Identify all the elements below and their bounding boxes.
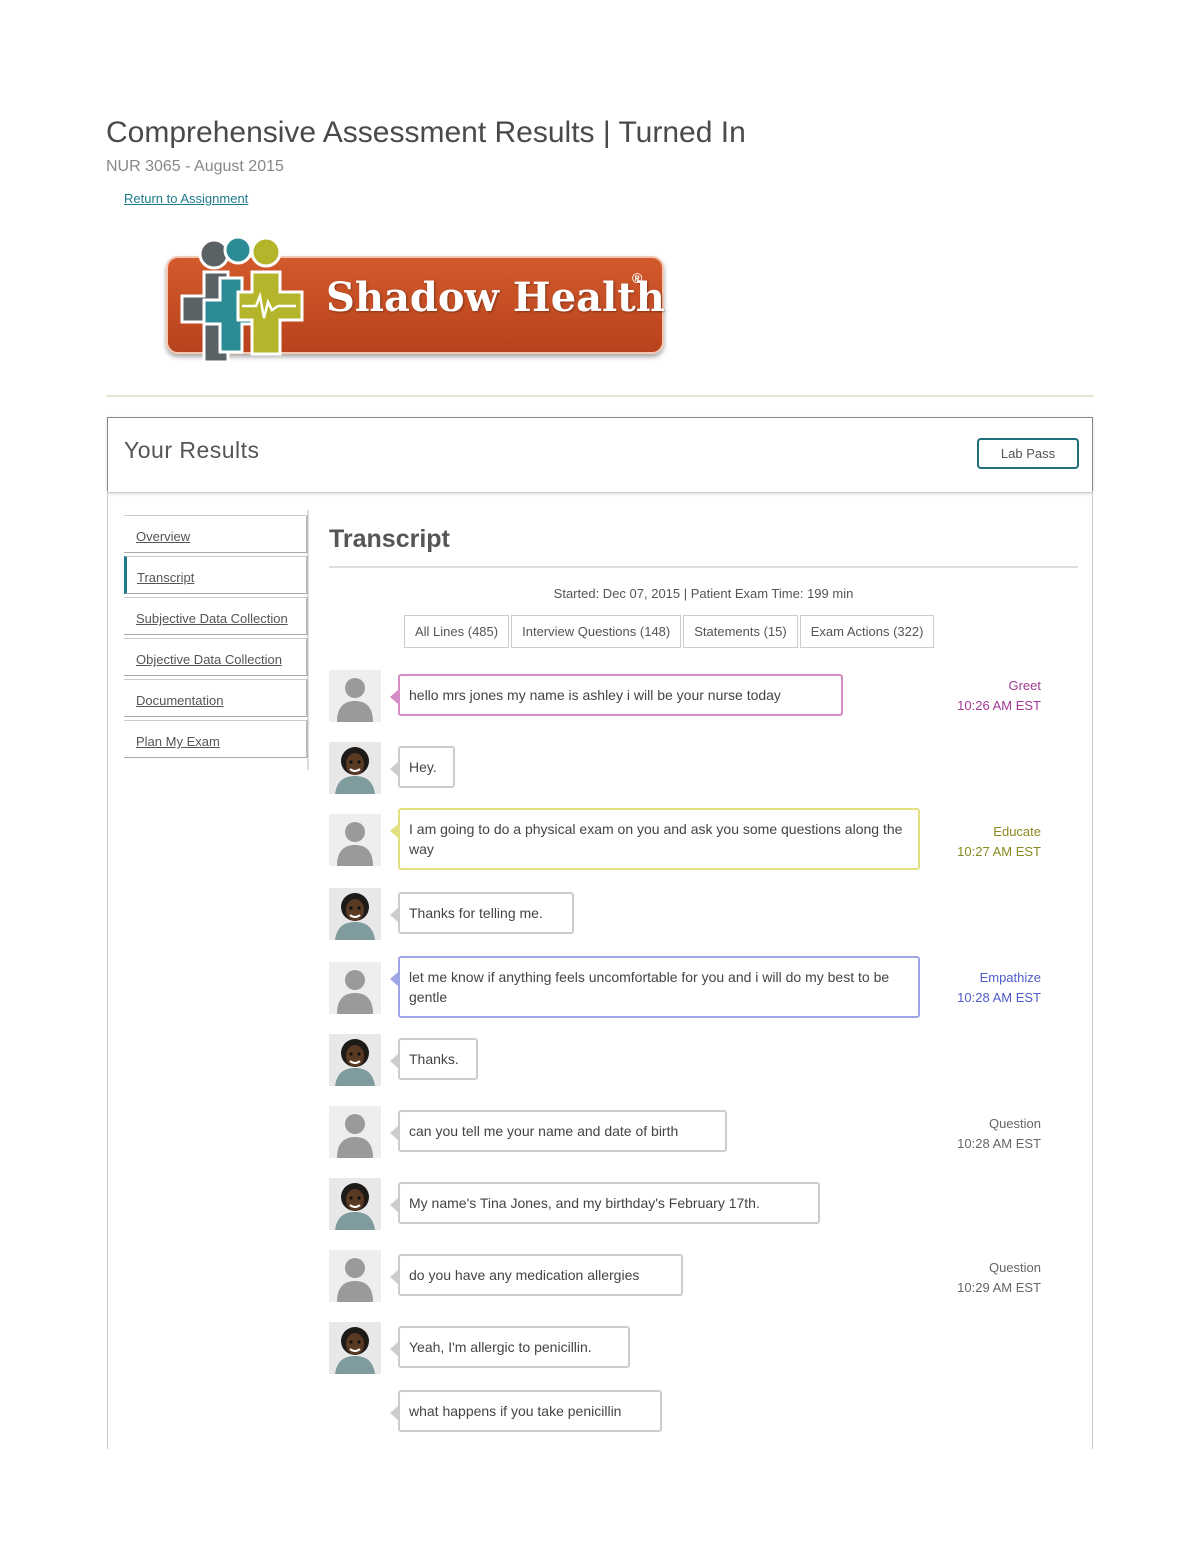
- message-bubble: let me know if anything feels uncomforta…: [390, 956, 920, 1018]
- message-time: 10:28 AM EST: [957, 1136, 1041, 1151]
- message-meta: Empathize 10:28 AM EST: [957, 968, 1041, 1008]
- exam-started-info: Started: Dec 07, 2015 | Patient Exam Tim…: [553, 586, 854, 601]
- panel-border-left: [107, 491, 108, 1449]
- transcript-filters: All Lines (485) Interview Questions (148…: [404, 615, 936, 648]
- transcript-title: Transcript: [329, 525, 450, 553]
- message-bubble: My name's Tina Jones, and my birthday's …: [390, 1182, 820, 1224]
- filter-exam-actions[interactable]: Exam Actions (322): [799, 615, 935, 648]
- message-meta: Greet 10:26 AM EST: [957, 676, 1041, 716]
- message-category: Question: [988, 1260, 1041, 1275]
- message-category: Empathize: [979, 970, 1041, 985]
- message-time: 10:28 AM EST: [957, 990, 1041, 1005]
- sidebar-item-subjective-data-collection[interactable]: Subjective Data Collection: [124, 597, 308, 635]
- page-title: Comprehensive Assessment Results | Turne…: [106, 116, 746, 149]
- user-silhouette-icon: [329, 1250, 381, 1302]
- user-silhouette-icon: [329, 1106, 381, 1158]
- user-silhouette-icon: [329, 670, 381, 722]
- message-time: 10:29 AM EST: [957, 1280, 1041, 1295]
- results-header: Your Results Lab Pass: [107, 417, 1093, 493]
- sidebar-item-documentation[interactable]: Documentation: [124, 679, 308, 717]
- message-time: 10:26 AM EST: [957, 698, 1041, 713]
- sidebar-item-label: Subjective Data Collection: [136, 611, 288, 626]
- message-meta: Question 10:28 AM EST: [957, 1114, 1041, 1154]
- message-bubble: can you tell me your name and date of bi…: [390, 1110, 727, 1152]
- patient-avatar-icon: [329, 1034, 381, 1086]
- page-subtitle: NUR 3065 - August 2015: [106, 158, 284, 175]
- filter-all-lines[interactable]: All Lines (485): [404, 615, 510, 648]
- filter-interview-questions[interactable]: Interview Questions (148): [511, 615, 682, 648]
- message-bubble: Hey.: [390, 746, 455, 788]
- sidebar-item-label: Transcript: [137, 570, 195, 585]
- logo-figure-icon: [180, 235, 304, 364]
- shadow-health-logo: Shadow Health ®: [160, 228, 670, 368]
- filter-statements[interactable]: Statements (15): [683, 615, 798, 648]
- message-meta: Educate 10:27 AM EST: [957, 822, 1041, 862]
- registered-mark: ®: [632, 270, 643, 286]
- panel-border-right: [1092, 491, 1093, 1449]
- message-bubble: Yeah, I'm allergic to penicillin.: [390, 1326, 630, 1368]
- sidebar-item-transcript[interactable]: Transcript: [124, 556, 308, 594]
- divider: [106, 395, 1094, 397]
- message-category: Question: [988, 1116, 1041, 1131]
- message-category: Educate: [993, 824, 1041, 839]
- sidebar-item-objective-data-collection[interactable]: Objective Data Collection: [124, 638, 308, 676]
- message-bubble: do you have any medication allergies: [390, 1254, 683, 1296]
- patient-avatar-icon: [329, 742, 381, 794]
- message-meta: Question 10:29 AM EST: [957, 1258, 1041, 1298]
- sidebar-item-label: Overview: [136, 529, 191, 544]
- results-title: Your Results: [124, 437, 260, 463]
- patient-avatar-icon: [329, 888, 381, 940]
- message-time: 10:27 AM EST: [957, 844, 1041, 859]
- message-bubble: I am going to do a physical exam on you …: [390, 808, 920, 870]
- user-silhouette-icon: [329, 962, 381, 1014]
- message-bubble: what happens if you take penicillin: [390, 1390, 662, 1432]
- message-bubble: hello mrs jones my name is ashley i will…: [390, 674, 843, 716]
- sidebar: Overview Transcript Subjective Data Coll…: [124, 515, 308, 761]
- message-bubble: Thanks.: [390, 1038, 478, 1080]
- return-to-assignment-link[interactable]: Return to Assignment: [124, 191, 248, 206]
- patient-avatar-icon: [329, 1322, 381, 1374]
- transcript-divider: [329, 566, 1078, 568]
- message-bubble: Thanks for telling me.: [390, 892, 574, 934]
- patient-avatar-icon: [329, 1178, 381, 1230]
- message-category: Greet: [1008, 678, 1041, 693]
- sidebar-item-label: Objective Data Collection: [136, 652, 282, 667]
- sidebar-item-plan-my-exam[interactable]: Plan My Exam: [124, 720, 308, 758]
- logo-text: Shadow Health: [326, 274, 665, 321]
- user-silhouette-icon: [329, 814, 381, 866]
- lab-pass-button[interactable]: Lab Pass: [977, 438, 1079, 469]
- sidebar-item-overview[interactable]: Overview: [124, 515, 308, 553]
- sidebar-item-label: Plan My Exam: [136, 734, 220, 749]
- sidebar-item-label: Documentation: [136, 693, 224, 708]
